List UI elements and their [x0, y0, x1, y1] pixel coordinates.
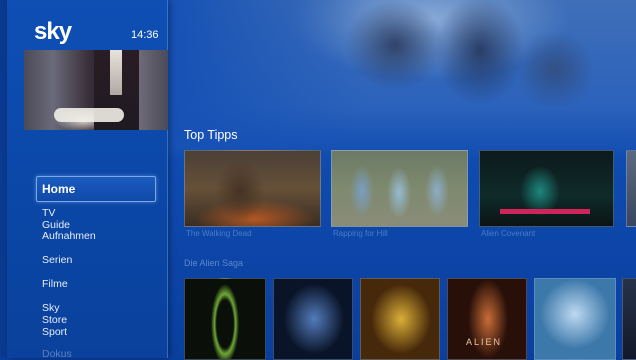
section-title-alien-saga: Die Alien Saga — [184, 258, 244, 268]
menu-item-sport[interactable]: Sport — [42, 326, 67, 338]
menu-item-filme[interactable]: Filme — [42, 278, 68, 290]
tile-caption-1: The Walking Dead — [186, 229, 252, 238]
preview-hands — [54, 108, 124, 122]
poster-5[interactable] — [534, 278, 616, 360]
poster-4[interactable]: ALIEN — [447, 278, 527, 360]
menu-item-home-label: Home — [42, 182, 76, 196]
menu-item-home[interactable]: Home — [36, 176, 156, 202]
poster-1[interactable] — [184, 278, 266, 360]
tile-top-tipp-1[interactable] — [184, 150, 321, 227]
poster-3[interactable] — [360, 278, 440, 360]
clock: 14:36 — [131, 29, 159, 41]
tile-top-tipp-3[interactable] — [479, 150, 614, 227]
tile-top-tipp-2[interactable] — [331, 150, 468, 227]
poster-6[interactable] — [622, 278, 636, 360]
menu-item-sky-store[interactable]: Sky Store — [42, 302, 67, 326]
poster-2[interactable] — [273, 278, 353, 360]
tile-caption-2: Rapping for Hill — [333, 229, 388, 238]
menu-item-aufnahmen[interactable]: Aufnahmen — [42, 230, 96, 242]
menu-item-dokus[interactable]: Dokus — [42, 348, 72, 360]
poster-4-title: ALIEN — [466, 337, 503, 347]
tile-top-tipp-4[interactable] — [626, 150, 636, 227]
sky-logo: sky — [34, 18, 72, 45]
live-preview[interactable] — [24, 50, 168, 130]
menu-item-tv-guide[interactable]: TV Guide — [42, 207, 70, 231]
sidebar-edge — [0, 0, 7, 358]
tile-red-bar — [500, 209, 590, 214]
tile-caption-3: Alien Covenant — [481, 229, 536, 238]
menu-item-serien[interactable]: Serien — [42, 254, 72, 266]
section-title-top-tipps: Top Tipps — [184, 128, 238, 142]
preview-shirt — [110, 50, 122, 95]
